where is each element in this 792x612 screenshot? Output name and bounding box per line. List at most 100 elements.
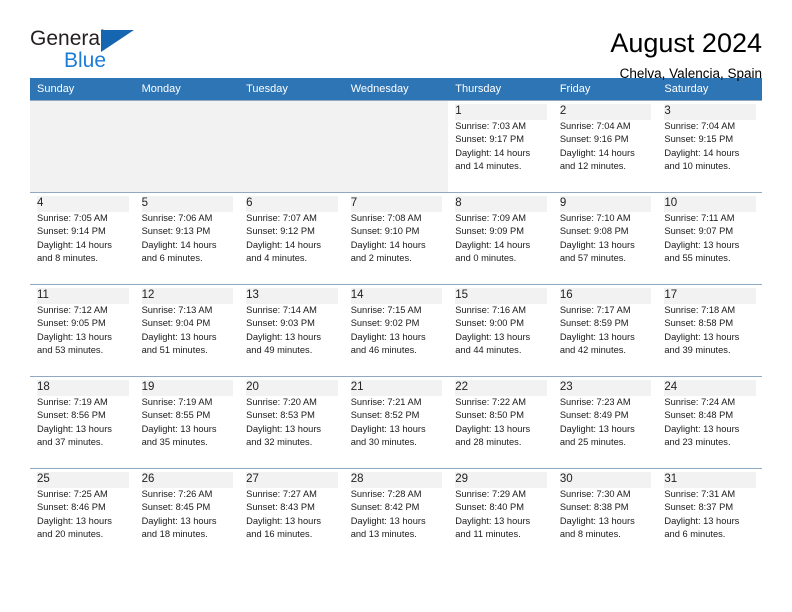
calendar-cell-inner: 2 Sunrise: 7:04 AM Sunset: 9:16 PM Daylight… <box>553 101 658 192</box>
calendar-day-cell[interactable]: 24 Sunrise: 7:24 AM Sunset: 8:48 PM Dayligh… <box>657 376 762 469</box>
daylight-text-line2: and 20 minutes. <box>37 528 104 539</box>
calendar-day-cell[interactable]: 17 Sunrise: 7:18 AM Sunset: 8:58 PM Dayligh… <box>657 284 762 377</box>
daylight-text-line2: and 16 minutes. <box>246 528 313 539</box>
sunset-text: Sunset: 8:53 PM <box>246 410 315 421</box>
day-number: 8 <box>455 196 547 212</box>
sunrise-text: Sunrise: 7:10 AM <box>559 213 631 223</box>
daylight-text-line2: and 25 minutes. <box>559 436 626 447</box>
calendar-day-cell[interactable]: 29 Sunrise: 7:29 AM Sunset: 8:40 PM Dayligh… <box>448 468 553 560</box>
calendar-day-cell[interactable]: 14 Sunrise: 7:15 AM Sunset: 9:02 PM Dayligh… <box>343 284 449 377</box>
calendar-cell-inner: 24 Sunrise: 7:24 AM Sunset: 8:48 PM Dayligh… <box>657 377 762 468</box>
daylight-text-line2: and 23 minutes. <box>664 436 731 447</box>
calendar-day-cell[interactable]: 19 Sunrise: 7:19 AM Sunset: 8:55 PM Dayligh… <box>134 376 240 469</box>
daylight-text-line1: Daylight: 13 hours <box>37 515 112 526</box>
calendar-cell-inner: 4 Sunrise: 7:05 AM Sunset: 9:14 PM Daylight… <box>30 193 135 284</box>
calendar-day-cell[interactable]: 8 Sunrise: 7:09 AM Sunset: 9:09 PM Daylight… <box>448 192 553 285</box>
calendar-day-cell[interactable]: 12 Sunrise: 7:13 AM Sunset: 9:04 PM Dayligh… <box>134 284 240 377</box>
calendar-day-cell[interactable]: 7 Sunrise: 7:08 AM Sunset: 9:10 PM Daylight… <box>343 192 449 285</box>
calendar-day-cell[interactable]: 31 Sunrise: 7:31 AM Sunset: 8:37 PM Dayligh… <box>657 468 762 560</box>
calendar-day-cell[interactable]: 5 Sunrise: 7:06 AM Sunset: 9:13 PM Daylight… <box>134 192 240 285</box>
sunrise-text: Sunrise: 7:30 AM <box>559 489 631 499</box>
day-number: 14 <box>350 288 443 304</box>
calendar-day-cell[interactable]: 3 Sunrise: 7:04 AM Sunset: 9:15 PM Daylight… <box>657 100 762 193</box>
daylight-text-line2: and 46 minutes. <box>350 344 417 355</box>
daylight-text-line2: and 39 minutes. <box>664 344 731 355</box>
calendar-cell-inner: 30 Sunrise: 7:30 AM Sunset: 8:38 PM Dayligh… <box>553 469 658 560</box>
day-number: 6 <box>246 196 338 212</box>
sunset-text: Sunset: 8:42 PM <box>350 502 420 513</box>
sunset-text: Sunset: 8:58 PM <box>664 318 734 329</box>
calendar-day-cell[interactable]: 28 Sunrise: 7:28 AM Sunset: 8:42 PM Dayligh… <box>343 468 449 560</box>
logo-text-general: General <box>30 27 105 50</box>
sunrise-text: Sunrise: 7:07 AM <box>246 213 317 223</box>
calendar-cell-inner: 10 Sunrise: 7:11 AM Sunset: 9:07 PM Dayligh… <box>657 193 762 284</box>
calendar-day-cell[interactable]: 26 Sunrise: 7:26 AM Sunset: 8:45 PM Dayligh… <box>134 468 240 560</box>
calendar-body: 1 Sunrise: 7:03 AM Sunset: 9:17 PM Daylight… <box>30 100 762 560</box>
calendar-day-cell[interactable]: 25 Sunrise: 7:25 AM Sunset: 8:46 PM Dayligh… <box>30 468 135 560</box>
sunrise-text: Sunrise: 7:17 AM <box>559 305 631 315</box>
sunset-text: Sunset: 8:48 PM <box>664 410 734 421</box>
sunset-text: Sunset: 9:03 PM <box>246 318 315 329</box>
calendar-day-cell[interactable]: 10 Sunrise: 7:11 AM Sunset: 9:07 PM Dayligh… <box>657 192 762 285</box>
daylight-text-line2: and 53 minutes. <box>37 344 104 355</box>
calendar-day-cell[interactable]: 21 Sunrise: 7:21 AM Sunset: 8:52 PM Dayligh… <box>343 376 449 469</box>
calendar-day-cell[interactable]: 9 Sunrise: 7:10 AM Sunset: 9:08 PM Daylight… <box>552 192 658 285</box>
calendar-day-cell[interactable]: 4 Sunrise: 7:05 AM Sunset: 9:14 PM Daylight… <box>30 192 135 285</box>
calendar-day-cell[interactable]: 27 Sunrise: 7:27 AM Sunset: 8:43 PM Dayligh… <box>239 468 344 560</box>
day-number: 15 <box>455 288 547 304</box>
calendar-cell-empty <box>134 100 240 193</box>
sunset-text: Sunset: 8:49 PM <box>559 410 629 421</box>
calendar-cell-inner: 31 Sunrise: 7:31 AM Sunset: 8:37 PM Dayligh… <box>657 469 762 560</box>
day-number: 3 <box>664 104 756 120</box>
calendar-cell-inner: 15 Sunrise: 7:16 AM Sunset: 9:00 PM Dayligh… <box>448 285 553 376</box>
sunset-text: Sunset: 8:59 PM <box>559 318 629 329</box>
daylight-text-line2: and 57 minutes. <box>559 252 626 263</box>
calendar-day-cell[interactable]: 15 Sunrise: 7:16 AM Sunset: 9:00 PM Dayligh… <box>448 284 553 377</box>
daylight-text-line1: Daylight: 13 hours <box>246 515 322 526</box>
day-number: 13 <box>246 288 338 304</box>
calendar-cell-inner: 18 Sunrise: 7:19 AM Sunset: 8:56 PM Dayligh… <box>30 377 135 468</box>
daylight-text-line1: Daylight: 14 hours <box>455 239 531 250</box>
calendar-week-row: 11 Sunrise: 7:12 AM Sunset: 9:05 PM Dayligh… <box>30 284 762 377</box>
calendar-cell-inner: 19 Sunrise: 7:19 AM Sunset: 8:55 PM Dayligh… <box>135 377 240 468</box>
calendar-cell-inner <box>30 101 135 192</box>
daylight-text-line1: Daylight: 13 hours <box>141 331 217 342</box>
daylight-text-line2: and 35 minutes. <box>141 436 208 447</box>
daylight-text-line1: Daylight: 13 hours <box>455 423 531 434</box>
calendar-day-cell[interactable]: 1 Sunrise: 7:03 AM Sunset: 9:17 PM Daylight… <box>448 100 553 193</box>
sunrise-text: Sunrise: 7:11 AM <box>664 213 735 223</box>
daylight-text-line1: Daylight: 13 hours <box>559 423 635 434</box>
calendar-cell-inner: 6 Sunrise: 7:07 AM Sunset: 9:12 PM Daylight… <box>239 193 344 284</box>
logo-triangle-icon <box>101 30 134 52</box>
calendar-day-cell[interactable]: 23 Sunrise: 7:23 AM Sunset: 8:49 PM Dayligh… <box>552 376 658 469</box>
day-number: 19 <box>141 380 234 396</box>
daylight-text-line2: and 11 minutes. <box>455 528 521 539</box>
calendar-day-cell[interactable]: 30 Sunrise: 7:30 AM Sunset: 8:38 PM Dayligh… <box>552 468 658 560</box>
sunset-text: Sunset: 9:05 PM <box>37 318 106 329</box>
calendar-day-cell[interactable]: 18 Sunrise: 7:19 AM Sunset: 8:56 PM Dayligh… <box>30 376 135 469</box>
sunset-text: Sunset: 9:12 PM <box>246 226 315 237</box>
calendar-day-cell[interactable]: 20 Sunrise: 7:20 AM Sunset: 8:53 PM Dayligh… <box>239 376 344 469</box>
sunset-text: Sunset: 9:17 PM <box>455 134 524 145</box>
general-blue-logo[interactable]: General Blue <box>30 24 160 76</box>
calendar-day-cell[interactable]: 6 Sunrise: 7:07 AM Sunset: 9:12 PM Daylight… <box>239 192 344 285</box>
daylight-text-line2: and 18 minutes. <box>141 528 208 539</box>
sunrise-text: Sunrise: 7:09 AM <box>455 213 527 223</box>
daylight-text-line1: Daylight: 13 hours <box>455 331 531 342</box>
sunset-text: Sunset: 9:04 PM <box>141 318 211 329</box>
daylight-text-line2: and 8 minutes. <box>37 252 98 263</box>
calendar-day-cell[interactable]: 22 Sunrise: 7:22 AM Sunset: 8:50 PM Dayligh… <box>448 376 553 469</box>
calendar-day-cell[interactable]: 2 Sunrise: 7:04 AM Sunset: 9:16 PM Daylight… <box>552 100 658 193</box>
calendar-day-cell[interactable]: 13 Sunrise: 7:14 AM Sunset: 9:03 PM Dayligh… <box>239 284 344 377</box>
day-number: 21 <box>350 380 443 396</box>
sunrise-text: Sunrise: 7:15 AM <box>350 305 422 315</box>
sunset-text: Sunset: 9:07 PM <box>664 226 734 237</box>
calendar-day-cell[interactable]: 16 Sunrise: 7:17 AM Sunset: 8:59 PM Dayligh… <box>552 284 658 377</box>
daylight-text-line1: Daylight: 13 hours <box>37 331 112 342</box>
daylight-text-line1: Daylight: 13 hours <box>37 423 112 434</box>
sunrise-text: Sunrise: 7:20 AM <box>246 397 317 407</box>
daylight-text-line1: Daylight: 13 hours <box>246 423 322 434</box>
daylight-text-line2: and 49 minutes. <box>246 344 313 355</box>
calendar-cell-empty <box>30 100 135 193</box>
calendar-day-cell[interactable]: 11 Sunrise: 7:12 AM Sunset: 9:05 PM Dayligh… <box>30 284 135 377</box>
